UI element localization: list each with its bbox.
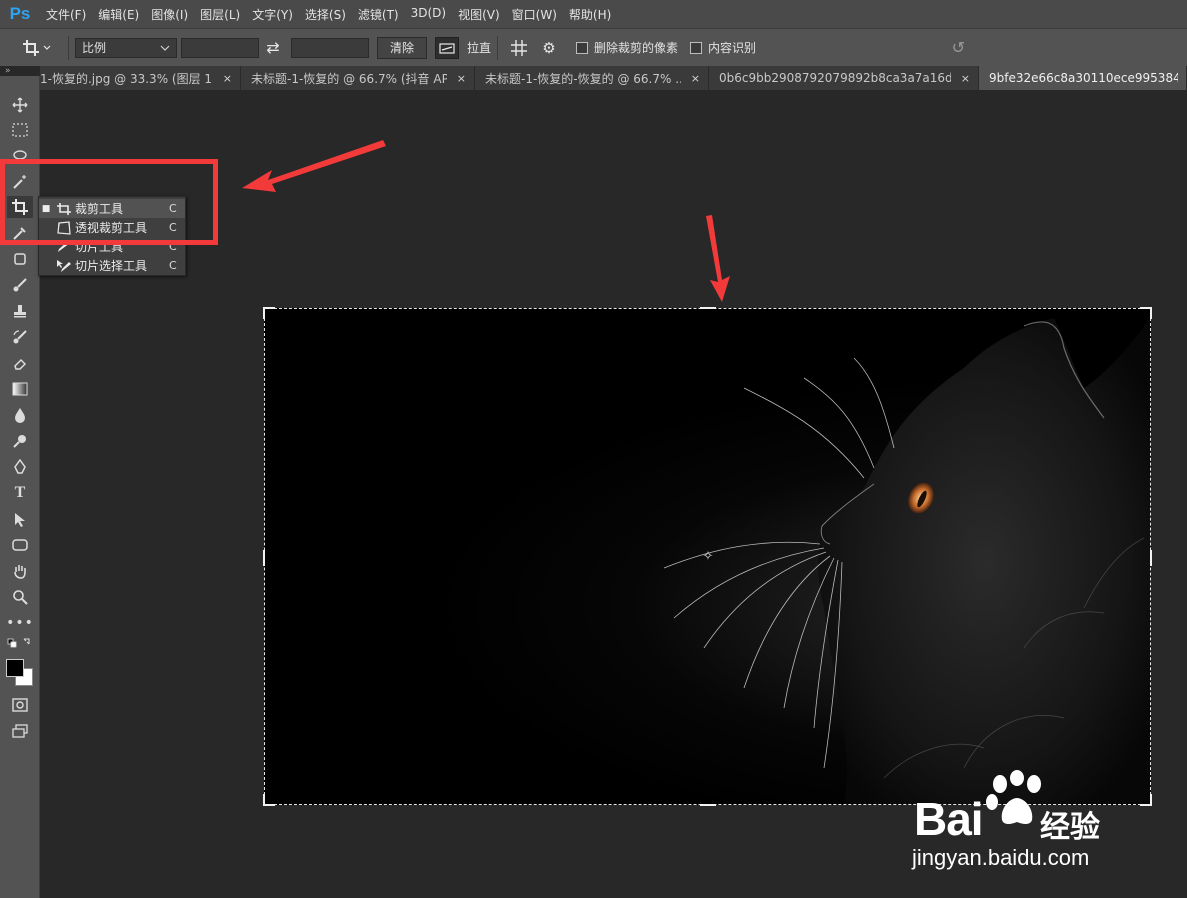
watermark-url: jingyan.baidu.com [912, 845, 1090, 870]
annotation-arrows [242, 140, 730, 302]
watermark-brand-suffix: 经验 [1040, 810, 1100, 845]
photoshop-window: Ps 文件(F) 编辑(E) 图像(I) 图层(L) 文字(Y) 选择(S) 滤… [0, 0, 1187, 898]
baidu-jingyan-watermark: Bai 经验 jingyan.baidu.com [910, 770, 1180, 880]
watermark-brand: Bai [914, 793, 984, 845]
